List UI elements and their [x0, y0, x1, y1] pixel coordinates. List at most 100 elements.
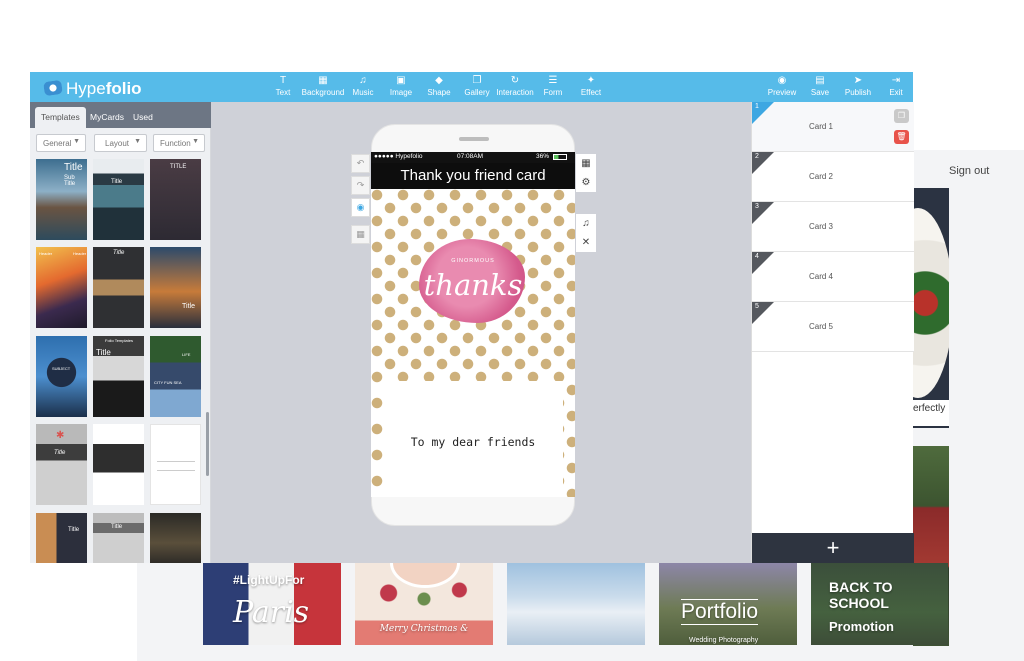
save-button[interactable]: ▤ Save: [810, 75, 830, 97]
showcase-card-line2: Promotion: [829, 619, 894, 634]
tool-effect[interactable]: ✦ Effect: [579, 75, 603, 97]
showcase-card-school[interactable]: BACK TO SCHOOL Promotion: [811, 563, 948, 645]
tool-label: Music: [352, 88, 374, 97]
card-list-item[interactable]: 2 Card 2: [752, 152, 914, 202]
template-tabs: Templates MyCards Used: [30, 102, 211, 128]
music-controls-panel: ♫ ✕: [576, 214, 596, 252]
filter-layout[interactable]: Layout ▼: [94, 134, 147, 152]
template-scrollbar[interactable]: [206, 412, 209, 476]
exit-icon: ⇥: [891, 75, 901, 86]
showcase-card-christmas[interactable]: Merry Christmas &: [355, 563, 493, 645]
tool-label: Form: [543, 88, 563, 97]
card-name: Card 2: [808, 172, 833, 181]
copy-icon[interactable]: ❐: [894, 109, 909, 123]
template-thumb[interactable]: ✱ Title: [36, 424, 87, 505]
message-text-box[interactable]: To my dear friends: [383, 381, 563, 497]
template-thumb[interactable]: Title: [150, 247, 201, 328]
phone-frame: ●●●●● Hypefolio 07:08AM 36% Thank you fr…: [371, 124, 575, 526]
showcase-card-line2: Paris: [233, 595, 310, 630]
trash-icon[interactable]: 🗑: [894, 130, 909, 144]
tab-used[interactable]: Used: [127, 107, 159, 128]
status-battery: 36%: [536, 153, 550, 160]
tool-form[interactable]: ☰ Form: [542, 75, 564, 97]
image-icon: ▣: [396, 75, 406, 86]
template-thumb[interactable]: [150, 424, 201, 505]
phone-screen: ●●●●● Hypefolio 07:08AM 36% Thank you fr…: [371, 152, 575, 497]
layers-button[interactable]: ▦: [351, 225, 370, 244]
visibility-button[interactable]: ◉: [351, 198, 370, 217]
undo-button[interactable]: ↶: [351, 154, 370, 173]
undo-icon: ↶: [356, 158, 365, 168]
tool-music[interactable]: ♫ Music: [351, 75, 375, 97]
tool-shape[interactable]: ◆ Shape: [426, 75, 452, 97]
grid-icon[interactable]: ▦: [576, 154, 596, 173]
card-editor-window: Hypefolio T Text ▦ Background ♫ Music ▣ …: [30, 72, 914, 563]
card-list-panel: 1 Card 1 ❐ 🗑 2 Card 2 3 Card 3 4 Card 4 …: [751, 102, 914, 563]
tool-label: Interaction: [496, 88, 534, 97]
thumb-title: Title: [182, 303, 195, 310]
template-thumb[interactable]: Title: [36, 513, 87, 563]
filter-function[interactable]: Function ▼: [153, 134, 205, 152]
gallery-icon: ❐: [472, 75, 482, 86]
template-thumb[interactable]: [150, 513, 201, 563]
chevron-down-icon: ▼: [73, 138, 80, 145]
music-icon[interactable]: ♫: [576, 214, 596, 233]
sign-out-link[interactable]: Sign out: [949, 165, 989, 177]
card-title[interactable]: Thank you friend card: [371, 163, 575, 189]
grid-icon: ▦: [318, 75, 328, 86]
template-thumb[interactable]: TITLE: [150, 159, 201, 240]
gear-icon[interactable]: ⚙: [576, 173, 596, 192]
redo-button[interactable]: ↷: [351, 176, 370, 195]
template-thumb[interactable]: [93, 424, 144, 505]
logo-prefix: Hype: [66, 79, 106, 98]
battery-icon: [553, 154, 567, 160]
template-thumb[interactable]: LIFE CITY FUN SEA: [150, 336, 201, 417]
thumb-subtitle: Folio Templates: [105, 338, 133, 343]
template-thumb[interactable]: Title: [93, 159, 144, 240]
template-thumb[interactable]: Title Folio Templates: [93, 336, 144, 417]
card-name: Card 3: [808, 222, 833, 231]
exit-button[interactable]: ⇥ Exit: [888, 75, 904, 97]
card-tools-panel: ▦ ⚙: [576, 154, 596, 192]
card-number: 1: [755, 103, 759, 110]
template-thumb[interactable]: Header Header: [36, 247, 87, 328]
tool-image[interactable]: ▣ Image: [388, 75, 414, 97]
card-list-item[interactable]: 3 Card 3: [752, 202, 914, 252]
template-thumb[interactable]: Title Sub Title: [36, 159, 87, 240]
thumb-title: TITLE: [170, 164, 187, 170]
showcase-card-portfolio[interactable]: Portfolio Wedding Photography: [659, 563, 797, 645]
card-list-item[interactable]: 1 Card 1 ❐ 🗑: [752, 102, 914, 152]
card-list-item[interactable]: 5 Card 5: [752, 302, 914, 352]
tab-mycards[interactable]: MyCards: [84, 107, 130, 128]
card-list-item[interactable]: 4 Card 4: [752, 252, 914, 302]
phone-speaker: [459, 137, 489, 141]
tool-gallery[interactable]: ❐ Gallery: [463, 75, 491, 97]
close-icon[interactable]: ✕: [576, 233, 596, 252]
template-thumb[interactable]: SUBJECT: [36, 336, 87, 417]
tool-background[interactable]: ▦ Background: [300, 75, 346, 97]
tool-text[interactable]: T Text: [274, 75, 292, 97]
polka-dot-background[interactable]: GINORMOUS thanks To my dear friends: [371, 189, 575, 497]
tab-templates[interactable]: Templates: [35, 107, 86, 128]
publish-button[interactable]: ➤ Publish: [844, 75, 872, 97]
action-label: Preview: [767, 88, 797, 97]
showcase-card-winter[interactable]: [507, 563, 645, 645]
tool-label: Gallery: [464, 88, 490, 97]
template-thumb[interactable]: Title: [93, 247, 144, 328]
preview-button[interactable]: ◉ Preview: [767, 75, 797, 97]
tool-interaction[interactable]: ↻ Interaction: [495, 75, 535, 97]
add-card-button[interactable]: +: [752, 533, 914, 563]
thumb-title: Title: [111, 524, 123, 530]
snowflake-icon: ✱: [56, 430, 65, 441]
logo-icon: [43, 79, 63, 97]
hypefolio-logo[interactable]: Hypefolio: [43, 79, 142, 99]
template-thumb[interactable]: Title: [93, 513, 144, 563]
showcase-card-line1: BACK TO SCHOOL: [829, 579, 893, 611]
logo-suffix: folio: [105, 79, 142, 98]
showcase-card-line1: Merry Christmas &: [379, 624, 469, 634]
thumb-title: Title: [113, 250, 125, 256]
showcase-card-paris[interactable]: #LightUpFor Paris: [203, 563, 341, 645]
filter-general[interactable]: General ▼: [36, 134, 86, 152]
background-caption: erfectly: [913, 400, 949, 426]
filter-label: General: [43, 139, 72, 148]
